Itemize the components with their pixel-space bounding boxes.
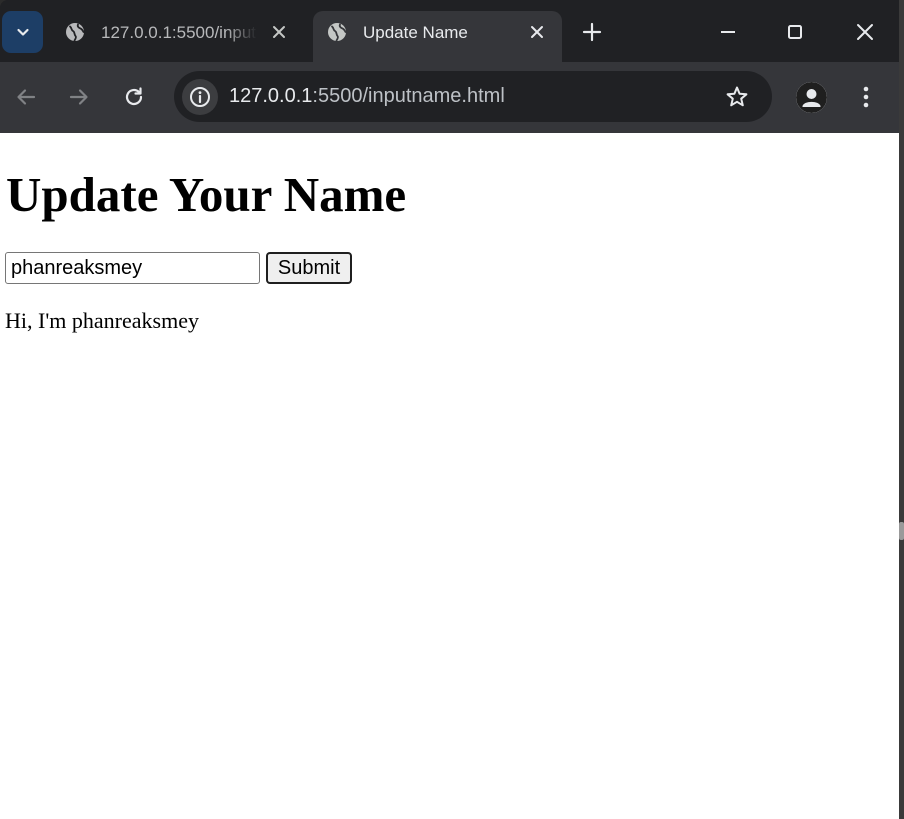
tab-search-button[interactable] [2,11,43,53]
scroll-marker [899,522,904,540]
submit-button[interactable]: Submit [266,252,352,284]
chevron-down-icon [16,28,29,36]
browser-window: 127.0.0.1:5500/inputname.html Update Nam… [0,0,899,819]
kebab-menu-icon[interactable] [853,83,879,111]
reload-icon[interactable] [121,84,147,110]
profile-button[interactable] [796,82,827,113]
plus-icon[interactable] [580,20,604,44]
star-icon[interactable] [724,84,750,110]
tab-title: 127.0.0.1:5500/inputname.html [101,23,257,42]
window-edge [899,0,904,819]
arrow-left-icon[interactable] [13,84,39,110]
tab-title: Update Name [363,23,468,42]
address-bar[interactable]: 127.0.0.1:5500/inputname.html [174,71,772,122]
close-icon[interactable] [529,24,545,40]
close-window-icon[interactable] [853,20,877,44]
tab-inputname[interactable]: 127.0.0.1:5500/inputname.html [51,11,307,62]
maximize-icon[interactable] [783,20,807,44]
tab-strip: 127.0.0.1:5500/inputname.html Update Nam… [0,0,899,62]
greeting-prefix: Hi, I'm [5,308,72,333]
tab-update-name[interactable]: Update Name [313,11,562,62]
person-icon [796,82,827,113]
url-host: 127.0.0.1 [229,85,313,107]
url-text[interactable]: 127.0.0.1:5500/inputname.html [229,84,505,108]
arrow-right-icon[interactable] [66,84,92,110]
globe-icon [66,23,85,42]
globe-icon [328,23,347,42]
greeting-name: phanreaksmey [71,308,199,333]
name-input[interactable] [5,252,260,284]
info-icon [190,87,210,107]
page-title: Update Your Name [6,167,407,222]
url-path: :5500/inputname.html [312,85,505,107]
greeting-text: Hi, I'm phanreaksmey [5,308,199,334]
browser-toolbar: 127.0.0.1:5500/inputname.html [0,62,899,133]
site-info-button[interactable] [182,79,218,115]
close-icon[interactable] [271,24,287,40]
minimize-icon[interactable] [716,20,740,44]
page-viewport: Update Your Name Submit Hi, I'm phanreak… [0,133,899,819]
